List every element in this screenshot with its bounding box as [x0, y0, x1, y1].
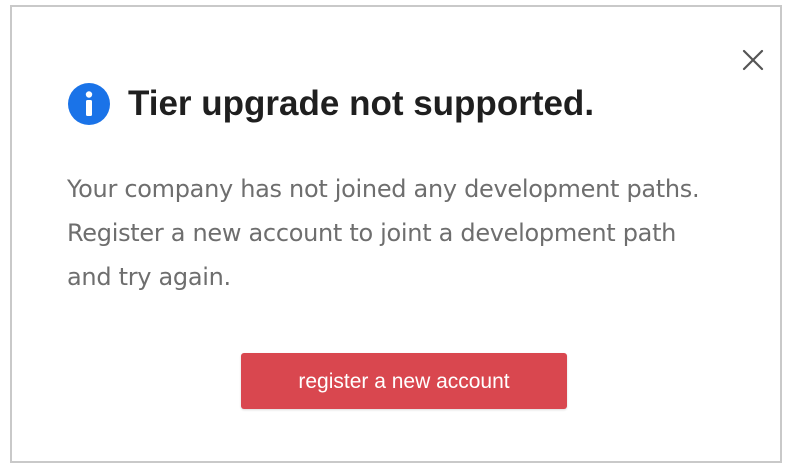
dialog-title: Tier upgrade not supported.: [128, 84, 595, 123]
dialog-header: Tier upgrade not supported.: [68, 83, 594, 125]
register-new-account-button[interactable]: register a new account: [241, 353, 567, 409]
dialog-message: Your company has not joined any developm…: [67, 175, 700, 291]
close-icon: [742, 49, 764, 71]
close-button[interactable]: [741, 48, 765, 72]
tier-upgrade-dialog: Tier upgrade not supported. Your company…: [10, 5, 782, 463]
info-icon: [68, 83, 110, 125]
